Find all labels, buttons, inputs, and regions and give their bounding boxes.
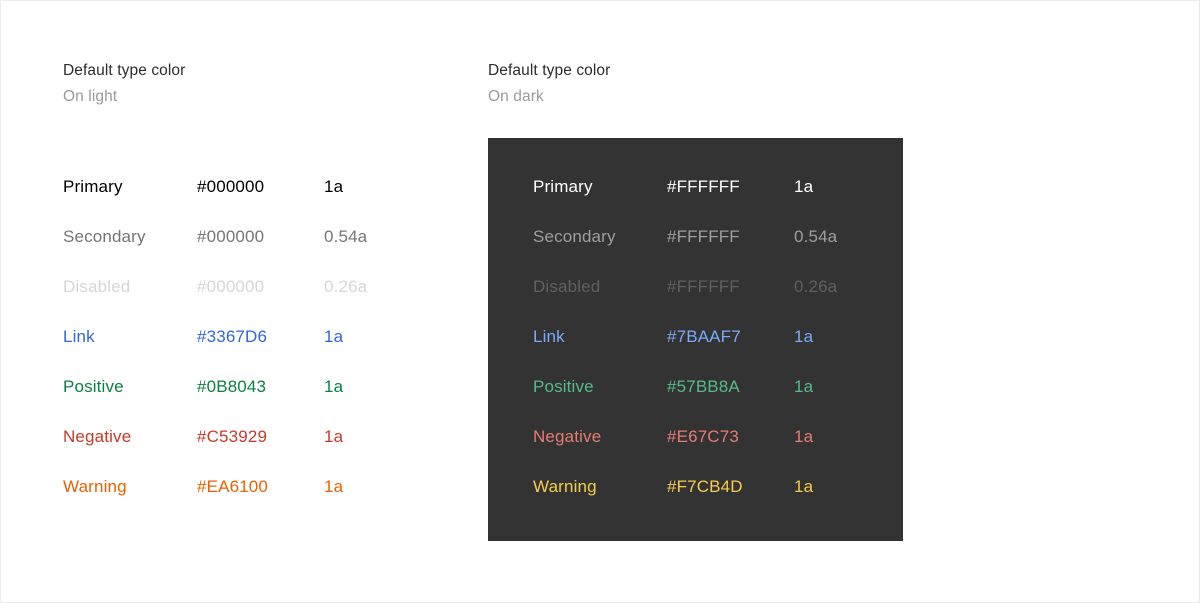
table-row: Link #7BAAF7 1a	[533, 322, 873, 372]
token-alpha: 0.54a	[324, 222, 367, 252]
table-row: Disabled #000000 0.26a	[63, 272, 463, 322]
token-hex: #000000	[197, 222, 264, 252]
token-alpha: 1a	[794, 422, 813, 452]
table-row: Positive #57BB8A 1a	[533, 372, 873, 422]
table-row: Warning #EA6100 1a	[63, 472, 463, 522]
token-alpha: 1a	[324, 322, 343, 352]
table-row: Negative #E67C73 1a	[533, 422, 873, 472]
token-hex: #0B8043	[197, 372, 266, 402]
panel-title-on-light: Default type color	[63, 61, 463, 81]
table-row: Secondary #000000 0.54a	[63, 222, 463, 272]
token-name: Warning	[533, 472, 597, 502]
token-name: Disabled	[63, 272, 130, 302]
token-name: Negative	[533, 422, 601, 452]
panel-title-on-dark: Default type color	[488, 61, 908, 81]
panel-subtitle-on-light: On light	[63, 87, 463, 107]
token-name: Secondary	[533, 222, 616, 252]
token-hex: #C53929	[197, 422, 267, 452]
panel-on-dark-header: Default type color On dark	[488, 61, 908, 107]
token-hex: #000000	[197, 172, 264, 202]
token-hex: #7BAAF7	[667, 322, 741, 352]
token-name: Primary	[63, 172, 123, 202]
panel-subtitle-on-dark: On dark	[488, 87, 908, 107]
table-row: Primary #FFFFFF 1a	[533, 172, 873, 222]
token-alpha: 1a	[324, 172, 343, 202]
token-name: Link	[63, 322, 95, 352]
token-alpha: 0.26a	[794, 272, 837, 302]
token-name: Negative	[63, 422, 131, 452]
token-alpha: 1a	[794, 372, 813, 402]
token-alpha: 1a	[794, 322, 813, 352]
token-hex: #F7CB4D	[667, 472, 743, 502]
token-hex: #3367D6	[197, 322, 267, 352]
table-row: Negative #C53929 1a	[63, 422, 463, 472]
token-alpha: 0.54a	[794, 222, 837, 252]
token-alpha: 1a	[324, 472, 343, 502]
token-alpha: 0.26a	[324, 272, 367, 302]
table-row: Secondary #FFFFFF 0.54a	[533, 222, 873, 272]
table-row: Primary #000000 1a	[63, 172, 463, 222]
token-hex: #E67C73	[667, 422, 739, 452]
token-hex: #FFFFFF	[667, 222, 740, 252]
token-table-on-light: Primary #000000 1a Secondary #000000 0.5…	[63, 172, 463, 522]
token-table-on-dark: Primary #FFFFFF 1a Secondary #FFFFFF 0.5…	[533, 172, 873, 522]
token-name: Positive	[533, 372, 594, 402]
token-name: Primary	[533, 172, 593, 202]
token-hex: #57BB8A	[667, 372, 740, 402]
token-alpha: 1a	[324, 422, 343, 452]
table-row: Link #3367D6 1a	[63, 322, 463, 372]
token-name: Link	[533, 322, 565, 352]
page-canvas: Default type color On light Default type…	[0, 0, 1200, 603]
token-alpha: 1a	[794, 172, 813, 202]
token-alpha: 1a	[324, 372, 343, 402]
table-row: Positive #0B8043 1a	[63, 372, 463, 422]
token-name: Warning	[63, 472, 127, 502]
table-row: Disabled #FFFFFF 0.26a	[533, 272, 873, 322]
token-hex: #000000	[197, 272, 264, 302]
token-hex: #FFFFFF	[667, 272, 740, 302]
token-alpha: 1a	[794, 472, 813, 502]
token-hex: #FFFFFF	[667, 172, 740, 202]
token-name: Disabled	[533, 272, 600, 302]
token-hex: #EA6100	[197, 472, 268, 502]
table-row: Warning #F7CB4D 1a	[533, 472, 873, 522]
token-name: Secondary	[63, 222, 146, 252]
token-name: Positive	[63, 372, 124, 402]
panel-on-light-header: Default type color On light	[63, 61, 463, 107]
